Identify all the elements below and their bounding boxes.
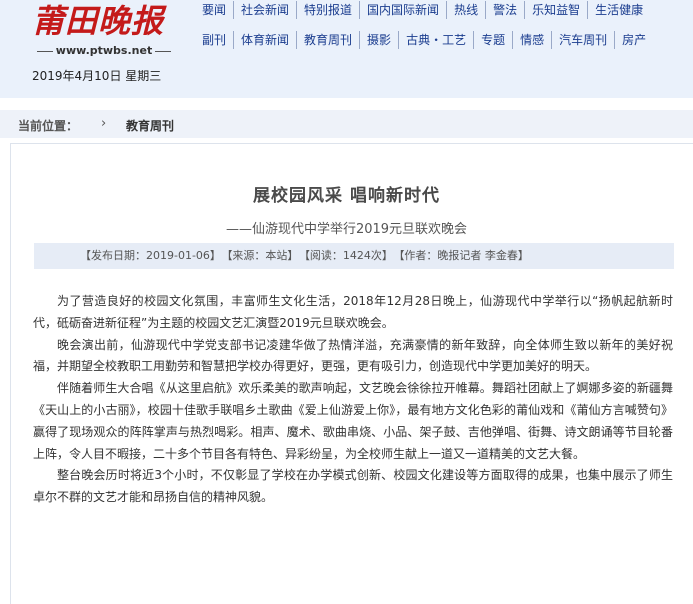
nav-item-education-weekly[interactable]: 教育周刊 [296,31,359,49]
nav-item-auto-weekly[interactable]: 汽车周刊 [551,31,614,49]
nav-item-classic-craft[interactable]: 古典・工艺 [398,31,473,49]
article-paragraph: 伴随着师生大合唱《从这里启航》欢乐柔美的歌声响起，文艺晚会徐徐拉开帷幕。舞蹈社团… [33,381,673,461]
article-source: 【来源：本站】 [226,249,299,262]
breadcrumb-current[interactable]: 教育周刊 [126,117,174,134]
article-paragraph: 为了营造良好的校园文化氛围，丰富师生文化生活，2018年12月28日晚上，仙游现… [33,294,673,330]
chevron-right-icon: › [101,116,107,131]
article-subtitle: ——仙游现代中学举行2019元旦联欢晚会 [225,222,468,237]
nav-item-social-news[interactable]: 社会新闻 [233,1,296,19]
nav-item-world-news[interactable]: 国内国际新闻 [359,1,446,19]
nav-item-real-estate[interactable]: 房产 [614,31,653,49]
article-paragraph: 晚会演出前，仙游现代中学党支部书记凌建华做了热情洋溢，充满豪情的新年致辞，向全体… [33,337,673,374]
current-date: 2019年4月10日 星期三 [32,69,162,83]
nav-item-yaowen[interactable]: 要闻 [196,1,233,19]
nav-item-hotline[interactable]: 热线 [446,1,485,19]
nav-item-special-report[interactable]: 特别报道 [296,1,359,19]
nav-item-supplement[interactable]: 副刊 [196,31,233,49]
nav-item-special-topic[interactable]: 专题 [473,31,512,49]
site-header: 莆田晚报 www.ptwbs.net 2019年4月10日 星期三 要闻 社会新闻… [0,0,693,98]
view-count: 【阅读：1424次】 [304,249,393,262]
publish-date: 【发布日期：2019-01-06】 [80,249,221,262]
nav-item-knowledge[interactable]: 乐知益智 [524,1,587,19]
article-title: 展校园风采 唱响新时代 [253,186,440,206]
article-body: 为了营造良好的校园文化氛围，丰富师生文化生活，2018年12月28日晚上，仙游现… [33,291,673,509]
nav-item-photography[interactable]: 摄影 [359,31,398,49]
breadcrumb: 当前位置： › 教育周刊 [0,110,693,138]
nav-item-emotion[interactable]: 情感 [512,31,551,49]
nav-item-police-law[interactable]: 警法 [485,1,524,19]
article-meta-bar: 【发布日期：2019-01-06】 【来源：本站】 【阅读：1424次】 【作者：晚报… [34,243,674,269]
nav-item-life-health[interactable]: 生活健康 [587,1,650,19]
breadcrumb-label: 当前位置： [18,119,79,133]
logo-text: 莆田晚报 [32,2,165,40]
nav-row-1: 要闻 社会新闻 特别报道 国内国际新闻 热线 警法 乐知益智 生活健康 [196,1,693,22]
article-author: 【作者：晚报记者 李金春】 [398,249,529,262]
nav-item-sports[interactable]: 体育新闻 [233,31,296,49]
site-logo[interactable]: 莆田晚报 [32,2,182,40]
nav-row-2: 副刊 体育新闻 教育周刊 摄影 古典・工艺 专题 情感 汽车周刊 房产 [196,31,693,52]
article-paragraph: 整台晚会历时将近3个小时，不仅彰显了学校在办学模式创新、校园文化建设等方面取得的… [33,468,673,505]
site-url: www.ptwbs.net [24,44,184,57]
